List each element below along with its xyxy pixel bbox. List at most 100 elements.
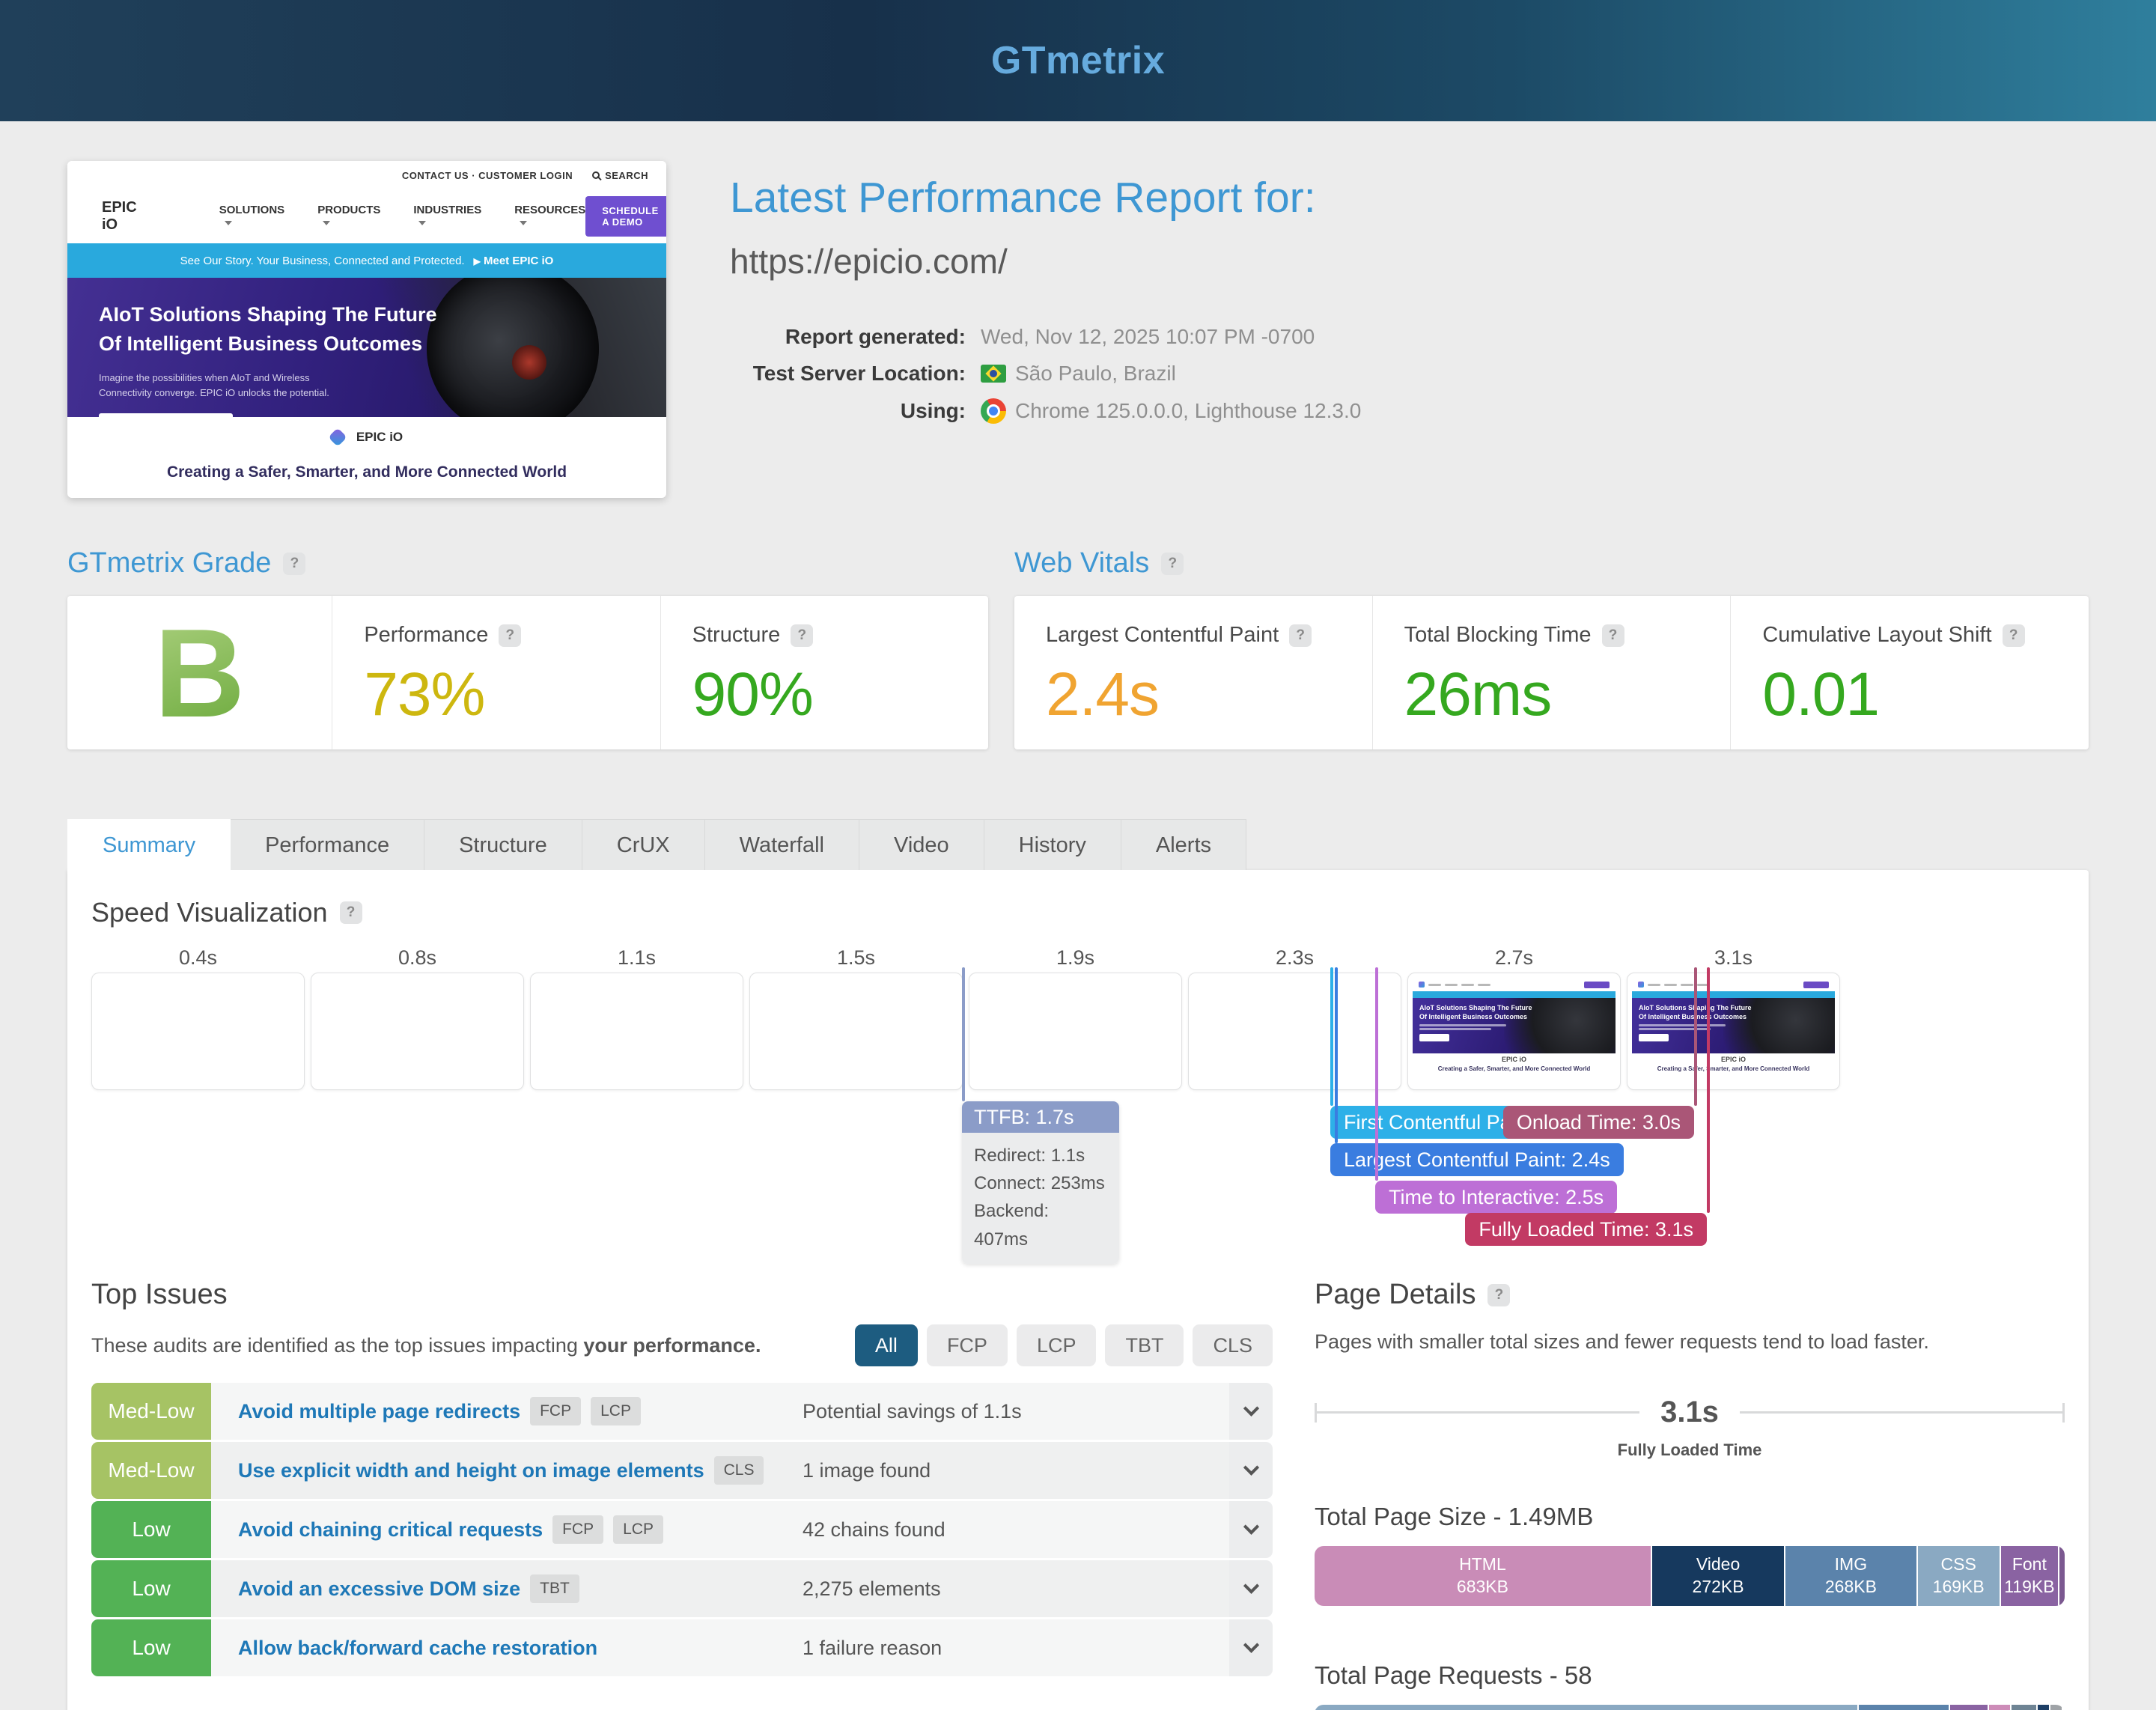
web-vitals-block: Web Vitals? Largest Contentful Paint? 2.…: [1014, 547, 2089, 749]
bar-segment-css[interactable]: CSS169KB: [1916, 1546, 2000, 1606]
help-icon[interactable]: ?: [1161, 553, 1184, 575]
mini-hero: AIoT Solutions Shaping The FutureOf Inte…: [1632, 998, 1835, 1053]
expand-button[interactable]: [1229, 1501, 1273, 1558]
filmstrip-frame-3.1s: AIoT Solutions Shaping The FutureOf Inte…: [1627, 973, 1840, 1090]
filter-fcp[interactable]: FCP: [927, 1324, 1008, 1366]
marker-line-fcp: [1330, 967, 1333, 1106]
issue-title-link[interactable]: Avoid multiple page redirects: [238, 1400, 520, 1423]
marker-badge-onload: Onload Time: 3.0s: [1503, 1106, 1694, 1139]
site-subtext: Imagine the possibilities when AIoT and …: [99, 371, 666, 400]
report-tabs: SummaryPerformanceStructureCrUXWaterfall…: [67, 819, 2089, 870]
expand-button[interactable]: [1229, 1560, 1273, 1617]
tab-crux[interactable]: CrUX: [582, 819, 705, 870]
issue-body: Avoid an excessive DOM sizeTBT2,275 elem…: [211, 1560, 1229, 1617]
tab-structure[interactable]: Structure: [424, 819, 582, 870]
schedule-demo-button: SCHEDULE A DEMO: [585, 196, 666, 237]
tab-alerts[interactable]: Alerts: [1121, 819, 1246, 870]
timeline-tick-label: 3.1s: [1627, 946, 1840, 970]
issue-row[interactable]: Low Allow back/forward cache restoration 1…: [91, 1619, 1273, 1676]
issue-title-link[interactable]: Avoid an excessive DOM size: [238, 1577, 520, 1601]
site-menu: SOLUTIONSPRODUCTSINDUSTRIESRESOURCES: [219, 204, 586, 229]
help-icon[interactable]: ?: [1487, 1284, 1510, 1306]
site-search-label: SEARCH: [605, 170, 648, 181]
expand-button[interactable]: [1229, 1383, 1273, 1440]
help-icon[interactable]: ?: [791, 624, 813, 647]
bar-segment-font[interactable]: Font119KB: [2000, 1546, 2058, 1606]
help-icon[interactable]: ?: [499, 624, 521, 647]
report-url: https://epicio.com/: [730, 241, 1361, 282]
filmstrip-frame-1.1s: [530, 973, 743, 1090]
filter-cls[interactable]: CLS: [1193, 1324, 1273, 1366]
severity-badge: Med-Low: [91, 1383, 211, 1440]
site-banner-link: ▶ Meet EPIC iO: [474, 255, 554, 267]
app-header: GTmetrix: [0, 0, 2156, 121]
help-icon[interactable]: ?: [1289, 624, 1312, 647]
filter-all[interactable]: All: [855, 1324, 918, 1366]
site-footer: EPIC iO Creating a Safer, Smarter, and M…: [67, 417, 666, 478]
mini-nav: [1632, 978, 1835, 991]
issue-title-link[interactable]: Use explicit width and height on image e…: [238, 1459, 704, 1482]
marker-line-onload: [1694, 967, 1697, 1106]
bar-segment[interactable]: [2049, 1705, 2062, 1710]
site-hero: AIoT Solutions Shaping The Future Of Int…: [67, 278, 666, 436]
issue-title-link[interactable]: Avoid chaining critical requests: [238, 1518, 543, 1542]
bar-segment[interactable]: [2010, 1705, 2036, 1710]
issue-row[interactable]: LowAvoid chaining critical requestsFCPLC…: [91, 1501, 1273, 1558]
cls-label: Cumulative Layout Shift: [1762, 623, 1991, 648]
ttfb-tooltip: TTFB: 1.7sRedirect: 1.1sConnect: 253msBa…: [962, 1101, 1119, 1264]
cls-cell: Cumulative Layout Shift? 0.01: [1730, 596, 2089, 749]
tbt-cell: Total Blocking Time? 26ms: [1372, 596, 1731, 749]
bar-segment-img[interactable]: IMG12.1%: [1857, 1705, 1948, 1710]
filmstrip-frame-0.8s: [311, 973, 524, 1090]
speedviz-heading: Speed Visualization: [91, 897, 328, 928]
issue-title-link[interactable]: Allow back/forward cache restoration: [238, 1637, 597, 1660]
timeline-tick-label: 0.8s: [311, 946, 524, 970]
tab-video[interactable]: Video: [859, 819, 984, 870]
bar-segment[interactable]: [2036, 1705, 2049, 1710]
report-meta: Latest Performance Report for: https://e…: [730, 161, 1361, 498]
bar-segment[interactable]: [1988, 1705, 2010, 1710]
lcp-label: Largest Contentful Paint: [1046, 623, 1279, 648]
expand-button[interactable]: [1229, 1619, 1273, 1676]
bar-segment-video[interactable]: Video272KB: [1651, 1546, 1784, 1606]
site-headline-2: Of Intelligent Business Outcomes: [99, 329, 666, 359]
bar-segment-html[interactable]: HTML683KB: [1315, 1546, 1651, 1606]
expand-button[interactable]: [1229, 1442, 1273, 1499]
timeline-tick-label: 0.4s: [91, 946, 305, 970]
help-icon[interactable]: ?: [340, 901, 362, 924]
bar-segment-css[interactable]: CSS72.4%: [1315, 1705, 1857, 1710]
issue-row[interactable]: LowAvoid an excessive DOM sizeTBT2,275 e…: [91, 1560, 1273, 1617]
severity-badge: Low: [91, 1619, 211, 1676]
issue-detail: 1 failure reason: [803, 1637, 942, 1660]
filter-tbt[interactable]: TBT: [1105, 1324, 1184, 1366]
flt-line-left: [1315, 1411, 1639, 1414]
gtmetrix-grade-block: GTmetrix Grade? B Performance? 73% Struc…: [67, 547, 988, 749]
chevron-down-icon: [1243, 1637, 1258, 1652]
scores-section: GTmetrix Grade? B Performance? 73% Struc…: [67, 547, 2089, 749]
tab-waterfall[interactable]: Waterfall: [705, 819, 859, 870]
site-thumbnail[interactable]: CONTACT US · CUSTOMER LOGIN SEARCH EPIC …: [67, 161, 666, 498]
bar-segment-font[interactable]: Font5.2%: [1949, 1705, 1988, 1710]
site-menu-item-resources: RESOURCES: [514, 204, 585, 229]
help-icon[interactable]: ?: [2003, 624, 2025, 647]
bar-segment-img[interactable]: IMG268KB: [1784, 1546, 1916, 1606]
epicio-logo-icon: [1638, 982, 1644, 988]
tab-history[interactable]: History: [984, 819, 1121, 870]
bar-segment[interactable]: [2058, 1546, 2065, 1606]
page-details-subtitle: Pages with smaller total sizes and fewer…: [1315, 1330, 2065, 1354]
issue-row[interactable]: Med-LowUse explicit width and height on …: [91, 1442, 1273, 1499]
filter-lcp[interactable]: LCP: [1017, 1324, 1097, 1366]
tab-performance[interactable]: Performance: [231, 819, 424, 870]
top-issues-heading: Top Issues: [91, 1279, 1273, 1311]
gtmetrix-logo[interactable]: GTmetrix: [991, 38, 1165, 83]
mini-cta: [1803, 982, 1829, 988]
issue-row[interactable]: Med-LowAvoid multiple page redirectsFCPL…: [91, 1383, 1273, 1440]
help-icon[interactable]: ?: [1602, 624, 1624, 647]
filmstrip-frame-2.3s: [1188, 973, 1401, 1090]
tab-summary[interactable]: Summary: [67, 819, 231, 870]
site-mini-thumbnail: AIoT Solutions Shaping The FutureOf Inte…: [1413, 978, 1616, 1085]
epicio-logo-icon: [1419, 982, 1425, 988]
grade-letter-cell: B: [67, 596, 332, 749]
help-icon[interactable]: ?: [283, 553, 305, 575]
fully-loaded-time-value: 3.1s: [1660, 1396, 1719, 1429]
